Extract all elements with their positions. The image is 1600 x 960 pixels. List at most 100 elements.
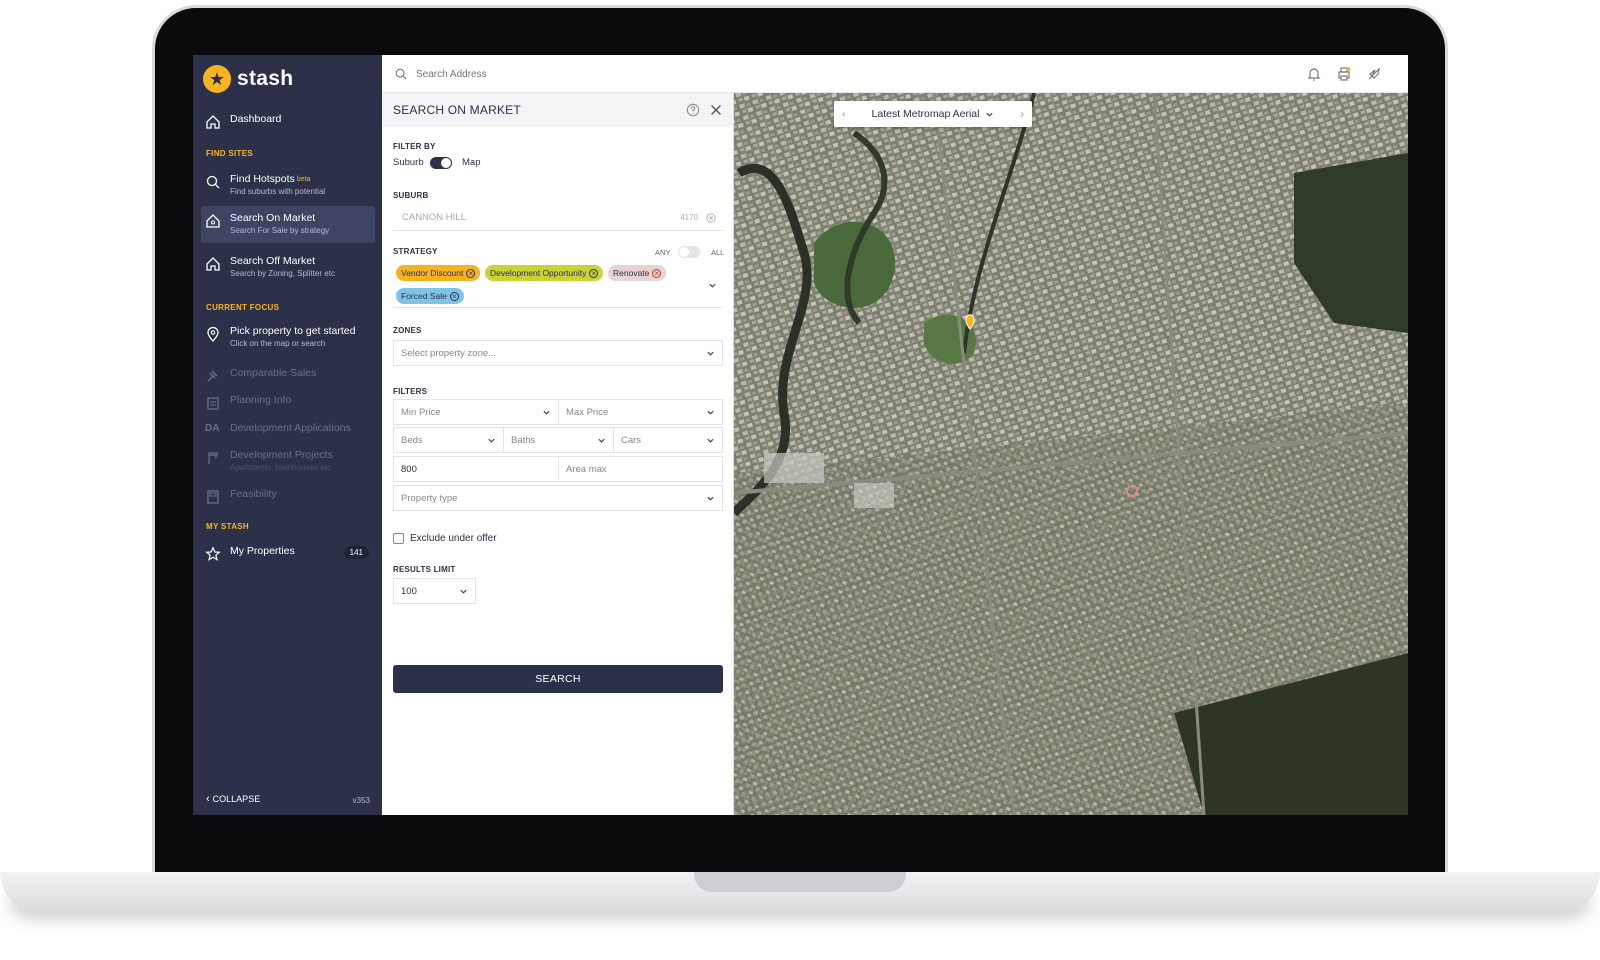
panel-title: SEARCH ON MARKET xyxy=(393,103,521,117)
chevron-down-icon xyxy=(598,438,605,443)
remove-chip-icon[interactable]: × xyxy=(652,268,662,278)
sidebar-item-label: Development Applications xyxy=(230,422,351,434)
close-icon[interactable] xyxy=(710,104,722,116)
zones-label: ZONES xyxy=(393,326,422,335)
chevron-down-icon xyxy=(543,410,550,415)
strategy-match-toggle[interactable] xyxy=(678,246,700,258)
sidebar-item-label: Feasibility xyxy=(230,488,277,500)
results-limit-value: 100 xyxy=(401,585,417,597)
sidebar-item-label: Development Projects xyxy=(230,449,333,461)
sidebar-item-pick-property[interactable]: Pick property to get started Click on th… xyxy=(201,321,375,353)
area-max-input[interactable]: Area max xyxy=(558,456,723,482)
max-price-select[interactable]: Max Price xyxy=(558,399,723,425)
strategy-any-option[interactable]: ANY xyxy=(655,248,670,257)
sidebar-item-feasibility[interactable]: Feasibility xyxy=(201,484,375,509)
chevron-down-icon xyxy=(488,438,495,443)
rocket-icon[interactable] xyxy=(1366,66,1382,82)
sidebar-item-development-projects[interactable]: Development Projects Apartments, townhou… xyxy=(201,445,375,477)
da-icon: DA xyxy=(205,423,220,434)
crane-icon xyxy=(208,452,218,464)
chevron-down-icon[interactable] xyxy=(708,281,717,290)
version-label: v353 xyxy=(352,796,370,805)
sidebar-item-label: Comparable Sales xyxy=(230,367,317,379)
area-min-input[interactable]: 800 xyxy=(393,456,559,482)
panel-header: SEARCH ON MARKET xyxy=(382,93,733,127)
exclude-under-offer-checkbox[interactable] xyxy=(393,533,404,544)
sidebar-item-dashboard[interactable]: Dashboard xyxy=(201,109,375,134)
chevron-right-icon[interactable]: › xyxy=(1021,108,1025,120)
house-icon xyxy=(206,257,220,271)
search-icon xyxy=(206,175,220,189)
chevron-down-icon xyxy=(707,410,714,415)
exclude-under-offer-label[interactable]: Exclude under offer xyxy=(410,533,497,544)
app-screen: ★ stash Dashboard FIND SITES Find Hotspo… xyxy=(193,55,1408,815)
min-price-placeholder: Min Price xyxy=(401,406,441,418)
beds-select[interactable]: Beds xyxy=(393,427,504,453)
map-layer-label: Latest Metromap Aerial xyxy=(871,108,980,120)
logo[interactable]: ★ stash xyxy=(203,65,293,93)
baths-select[interactable]: Baths xyxy=(503,427,614,453)
top-bar xyxy=(382,55,1408,93)
suburb-value: CANNON HILL xyxy=(402,212,466,223)
strategy-all-option[interactable]: ALL xyxy=(711,248,724,257)
house-tag-icon xyxy=(206,214,220,228)
chip-renovate[interactable]: Renovate × xyxy=(608,265,667,281)
area-max-placeholder: Area max xyxy=(566,463,607,475)
filter-map-option[interactable]: Map xyxy=(462,157,480,168)
search-button[interactable]: SEARCH xyxy=(393,665,723,693)
sidebar-item-comparable-sales[interactable]: Comparable Sales xyxy=(201,363,375,388)
filter-suburb-option[interactable]: Suburb xyxy=(393,157,424,168)
map-view[interactable]: ‹ Latest Metromap Aerial › xyxy=(734,93,1408,815)
logo-text: stash xyxy=(237,67,294,90)
sidebar-item-search-on-market[interactable]: Search On Market Search For Sale by stra… xyxy=(201,206,375,243)
suburb-label: SUBURB xyxy=(393,191,429,200)
suburb-field[interactable]: CANNON HILL 4170 xyxy=(393,205,723,231)
sidebar-item-search-off-market[interactable]: Search Off Market Search by Zoning, Spli… xyxy=(201,251,375,283)
help-icon[interactable] xyxy=(686,103,700,117)
chip-development-opportunity[interactable]: Development Opportunity × xyxy=(485,265,604,281)
chip-vendor-discount[interactable]: Vendor Discount × xyxy=(396,265,481,281)
map-layer-selector[interactable]: ‹ Latest Metromap Aerial › xyxy=(834,101,1032,127)
chip-forced-sale[interactable]: Forced Sale × xyxy=(396,288,464,304)
chip-label: Development Opportunity xyxy=(490,268,587,278)
area-min-value: 800 xyxy=(401,463,417,475)
chevron-left-icon[interactable]: ‹ xyxy=(842,108,846,120)
sidebar-item-development-applications[interactable]: DA Development Applications xyxy=(201,418,375,443)
filter-by-toggle[interactable] xyxy=(430,157,452,169)
results-limit-label: RESULTS LIMIT xyxy=(393,565,456,574)
section-find-sites: FIND SITES xyxy=(206,149,254,158)
sidebar-item-label: My Properties xyxy=(230,545,295,557)
bell-icon[interactable] xyxy=(1306,66,1322,82)
clear-icon[interactable] xyxy=(706,212,716,223)
remove-chip-icon[interactable]: × xyxy=(449,291,459,301)
results-limit-select[interactable]: 100 xyxy=(393,578,476,604)
star-logo-icon: ★ xyxy=(203,65,231,93)
sidebar-item-subtitle: Find suburbs with potential xyxy=(230,187,326,196)
remove-chip-icon[interactable]: × xyxy=(466,268,476,278)
postcode-value: 4170 xyxy=(680,213,698,222)
sidebar-item-label: Pick property to get started xyxy=(230,325,356,337)
sidebar-item-my-properties[interactable]: My Properties 141 xyxy=(201,541,375,566)
sidebar-item-find-hotspots[interactable]: Find Hotspots beta Find suburbs with pote… xyxy=(201,169,375,201)
home-icon xyxy=(206,115,220,129)
min-price-select[interactable]: Min Price xyxy=(393,399,559,425)
strategy-label: STRATEGY xyxy=(393,247,438,256)
search-panel: SEARCH ON MARKET FILTER BY Suburb Map SU… xyxy=(382,93,734,815)
cars-select[interactable]: Cars xyxy=(613,427,723,453)
chevron-down-icon xyxy=(986,112,994,117)
address-search-input[interactable] xyxy=(416,64,716,84)
sidebar-item-label: Find Hotspots xyxy=(230,173,295,185)
sidebar-item-subtitle: Search by Zoning, Splitter etc xyxy=(230,269,335,278)
sidebar-item-subtitle: Search For Sale by strategy xyxy=(230,226,330,235)
property-type-select[interactable]: Property type xyxy=(393,485,723,511)
printer-icon[interactable] xyxy=(1336,66,1352,82)
collapse-button[interactable]: ‹ COLLAPSE xyxy=(206,793,260,805)
property-type-placeholder: Property type xyxy=(401,492,458,504)
gavel-icon xyxy=(207,370,218,382)
section-current-focus: CURRENT FOCUS xyxy=(206,303,280,312)
sidebar-item-planning-info[interactable]: Planning Info xyxy=(201,390,375,415)
sidebar-item-subtitle: Apartments, townhouses etc xyxy=(230,463,331,472)
remove-chip-icon[interactable]: × xyxy=(589,268,599,278)
search-icon xyxy=(395,68,407,80)
zones-select[interactable]: Select property zone... xyxy=(393,340,723,366)
